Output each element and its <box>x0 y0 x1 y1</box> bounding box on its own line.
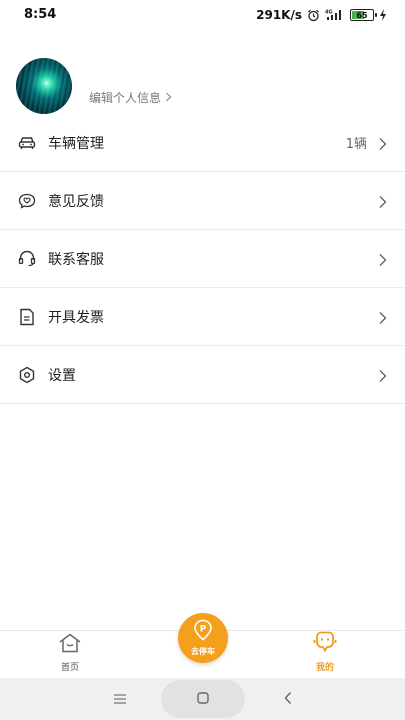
chevron-right-icon <box>378 194 388 208</box>
tab-mine[interactable]: 我的 <box>285 631 365 679</box>
signal-icon: 4G <box>325 9 345 21</box>
status-indicators: 291K/s 4G 65 <box>256 8 387 22</box>
network-speed: 291K/s <box>256 8 302 22</box>
menu-item-customer-service[interactable]: 联系客服 <box>0 230 405 288</box>
menu-item-label: 联系客服 <box>48 251 104 268</box>
battery-icon: 65 <box>350 9 377 21</box>
tab-mine-label: 我的 <box>315 663 334 673</box>
avatar[interactable] <box>16 58 72 114</box>
go-parking-button[interactable]: P 去停车 <box>178 613 228 663</box>
svg-text:P: P <box>200 625 207 635</box>
menu-item-invoice[interactable]: 开具发票 <box>0 288 405 346</box>
chevron-right-icon <box>378 252 388 266</box>
edit-profile-link[interactable]: 编辑个人信息 <box>89 89 172 106</box>
edit-profile-label: 编辑个人信息 <box>89 91 162 105</box>
chevron-right-icon <box>378 368 388 382</box>
system-nav-bar <box>0 678 405 720</box>
network-type: 4G <box>325 10 333 16</box>
avatar-texture <box>16 58 72 114</box>
menu-item-label: 车辆管理 <box>48 135 104 152</box>
settings-icon <box>18 366 36 384</box>
menu-item-settings[interactable]: 设置 <box>0 346 405 404</box>
bottom-tab-bar: 首页 P 去停车 我的 <box>0 613 405 679</box>
home-nav-button[interactable] <box>183 678 223 720</box>
status-time: 8:54 <box>24 7 57 22</box>
tab-home-label: 首页 <box>60 663 79 673</box>
mine-face-icon <box>313 631 337 657</box>
chevron-right-icon <box>165 91 172 105</box>
profile-header: 编辑个人信息 <box>0 50 405 114</box>
square-icon <box>196 690 210 709</box>
menu-item-label: 开具发票 <box>48 309 104 326</box>
invoice-icon <box>18 308 36 326</box>
menu-item-feedback[interactable]: 意见反馈 <box>0 172 405 230</box>
feedback-icon <box>18 192 36 210</box>
go-parking-label: 去停车 <box>191 647 215 656</box>
back-nav-button[interactable] <box>268 678 308 720</box>
menu-item-label: 设置 <box>48 367 76 384</box>
charging-icon <box>379 9 387 21</box>
menu-nav-button[interactable] <box>100 678 140 720</box>
alarm-icon <box>307 9 320 22</box>
menu-list: 车辆管理 1辆 意见反馈 联系客服 开具发票 设置 <box>0 114 405 404</box>
chevron-right-icon <box>378 136 388 150</box>
chevron-right-icon <box>378 310 388 324</box>
tab-home[interactable]: 首页 <box>30 631 110 679</box>
vehicle-count: 1辆 <box>345 137 367 152</box>
menu-item-label: 意见反馈 <box>48 193 104 210</box>
battery-level: 65 <box>356 10 368 20</box>
hamburger-icon <box>113 690 127 709</box>
menu-item-vehicle-management[interactable]: 车辆管理 1辆 <box>0 114 405 172</box>
home-icon <box>58 633 82 657</box>
status-bar: 8:54 291K/s 4G 65 <box>0 0 405 30</box>
headset-icon <box>18 250 36 268</box>
car-icon <box>18 134 36 152</box>
parking-pin-icon: P <box>193 619 213 645</box>
back-chevron-icon <box>283 690 293 709</box>
